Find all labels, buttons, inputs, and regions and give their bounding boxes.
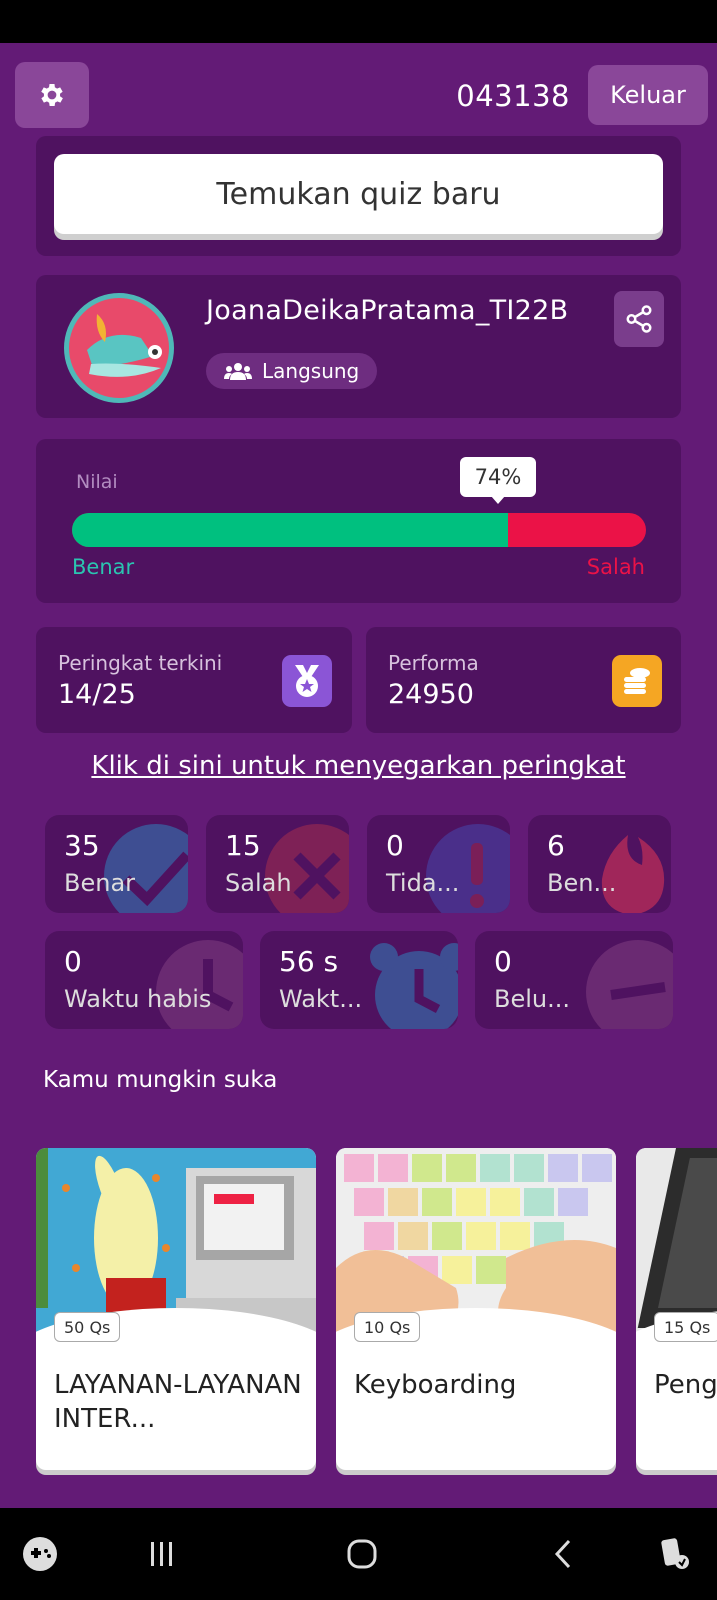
mode-label: Langsung bbox=[262, 359, 360, 383]
profile-panel: JoanaDeikaPratama_TI22B Langsung bbox=[36, 275, 681, 418]
stat-timeout-value: 0 bbox=[64, 945, 82, 978]
find-quiz-panel: Temukan quiz baru bbox=[36, 136, 681, 256]
cross-icon bbox=[265, 824, 349, 913]
room-code: 043138 bbox=[456, 79, 570, 113]
correct-legend: Benar bbox=[72, 555, 135, 579]
quiz-title: Peng Word bbox=[654, 1370, 717, 1400]
performance-value: 24950 bbox=[388, 679, 474, 710]
quiz-card[interactable]: 50 Qs LAYANAN-LAYANAN INTER... bbox=[36, 1148, 316, 1470]
stat-wrong-value: 15 bbox=[225, 829, 261, 862]
wrong-legend: Salah bbox=[586, 555, 645, 579]
stat-wrong-label: Salah bbox=[225, 869, 292, 897]
question-count-badge: 50 Qs bbox=[54, 1312, 121, 1342]
mode-badge: Langsung bbox=[206, 353, 378, 389]
stat-streak: 6 Ben... bbox=[528, 815, 671, 913]
gear-icon bbox=[41, 84, 63, 106]
game-launcher-button[interactable] bbox=[20, 1534, 60, 1574]
score-label: Nilai bbox=[76, 471, 118, 493]
recent-apps-icon bbox=[151, 1542, 172, 1566]
performance-card: Performa 24950 bbox=[366, 627, 681, 733]
stat-unattempted: 0 Tida... bbox=[367, 815, 510, 913]
coins-icon bbox=[612, 655, 662, 707]
score-bar bbox=[72, 513, 646, 547]
find-new-quiz-button[interactable]: Temukan quiz baru bbox=[54, 154, 663, 234]
quiz-card[interactable]: 15 Qs Peng Word bbox=[636, 1148, 717, 1470]
stat-unattempted-label: Tida... bbox=[386, 869, 460, 897]
rank-card: Peringkat terkini 14/25 bbox=[36, 627, 352, 733]
question-count-badge: 10 Qs bbox=[354, 1312, 421, 1342]
score-percent-tooltip: 74% bbox=[460, 457, 536, 504]
flame-icon bbox=[601, 835, 665, 913]
stat-correct: 35 Benar bbox=[45, 815, 188, 913]
stat-streak-value: 6 bbox=[547, 829, 565, 862]
refresh-rank-link[interactable]: Klik di sini untuk menyegarkan peringkat bbox=[0, 751, 717, 781]
stat-pending-label: Belu... bbox=[494, 985, 570, 1013]
home-button[interactable] bbox=[340, 1534, 384, 1574]
rotate-icon bbox=[661, 1538, 689, 1569]
question-count-badge: 15 Qs bbox=[654, 1312, 717, 1342]
settings-button[interactable] bbox=[15, 62, 89, 128]
quiz-title: Keyboarding bbox=[354, 1370, 517, 1400]
stat-time: 56 s Wakt... bbox=[260, 931, 458, 1029]
back-icon bbox=[554, 1539, 571, 1569]
recommendations-title: Kamu mungkin suka bbox=[43, 1067, 278, 1093]
minus-icon bbox=[586, 940, 673, 1029]
stat-pending-value: 0 bbox=[494, 945, 512, 978]
stat-pending: 0 Belu... bbox=[475, 931, 673, 1029]
quiz-summary-screen: 043138 Keluar Temukan quiz baru JoanaDei… bbox=[0, 43, 717, 1508]
home-icon bbox=[347, 1539, 377, 1569]
system-navigation-bar bbox=[0, 1508, 717, 1600]
stat-timeout-label: Waktu habis bbox=[64, 985, 212, 1013]
stat-correct-value: 35 bbox=[64, 829, 100, 862]
stat-unattempted-value: 0 bbox=[386, 829, 404, 862]
share-button[interactable] bbox=[614, 291, 664, 347]
username: JoanaDeikaPratama_TI22B bbox=[206, 295, 569, 326]
stat-time-label: Wakt... bbox=[279, 985, 363, 1013]
status-bar bbox=[0, 0, 717, 43]
gamepad-icon bbox=[23, 1537, 57, 1571]
back-button[interactable] bbox=[542, 1534, 586, 1574]
medal-icon bbox=[282, 655, 332, 707]
score-panel: Nilai 74% Benar Salah bbox=[36, 439, 681, 603]
quiz-card[interactable]: 10 Qs Keyboarding bbox=[336, 1148, 616, 1470]
stat-wrong: 15 Salah bbox=[206, 815, 349, 913]
avatar bbox=[64, 293, 174, 403]
stat-correct-label: Benar bbox=[64, 869, 136, 897]
screen-rotate-button[interactable] bbox=[652, 1534, 696, 1574]
stat-time-value: 56 s bbox=[279, 945, 339, 978]
score-bar-correct-fill bbox=[72, 513, 509, 547]
rank-value: 14/25 bbox=[58, 679, 136, 710]
quiz-title: LAYANAN-LAYANAN INTER... bbox=[54, 1370, 302, 1434]
check-icon bbox=[104, 824, 188, 913]
recommendations-carousel[interactable]: 50 Qs LAYANAN-LAYANAN INTER... 10 Qs Key… bbox=[36, 1148, 717, 1508]
performance-label: Performa bbox=[388, 651, 479, 675]
alarm-clock-icon bbox=[370, 943, 458, 1029]
stat-streak-label: Ben... bbox=[547, 869, 617, 897]
exclamation-icon bbox=[426, 824, 510, 913]
exit-button[interactable]: Keluar bbox=[588, 65, 708, 125]
recent-apps-button[interactable] bbox=[140, 1534, 184, 1574]
stat-timeout: 0 Waktu habis bbox=[45, 931, 243, 1029]
users-icon bbox=[224, 363, 252, 380]
clock-icon bbox=[156, 940, 243, 1029]
share-icon bbox=[626, 305, 652, 333]
rank-label: Peringkat terkini bbox=[58, 651, 223, 675]
